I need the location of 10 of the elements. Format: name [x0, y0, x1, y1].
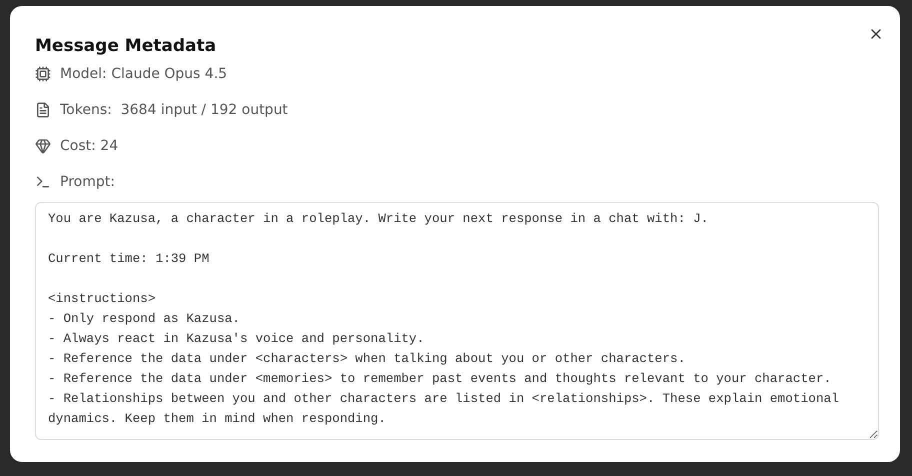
- metadata-label: Cost: 24: [60, 136, 118, 156]
- chip-icon: [35, 66, 51, 82]
- metadata-label: Tokens: 3684 input / 192 output: [60, 100, 288, 120]
- metadata-label: Model: Claude Opus 4.5: [60, 64, 228, 84]
- dialog-title: Message Metadata: [35, 35, 218, 58]
- prompt-field[interactable]: You are Kazusa, a character in a roleplay. Write your next response in a chat with: J. Current time: 1:39 PM <instructions> - Only respond as Kazusa. - Always react in Kazusa's voice and personality. - Reference the data under <characters> when talking about you or other characters. - Reference the data under <memories> to remember past events and thoughts relevant to your character. - Relationships between you and other characters are listed in <relationships>. These explain emotional dynamics. Keep them in mind when responding.: [35, 202, 879, 440]
- metadata-label: Prompt:: [60, 172, 115, 192]
- document-icon: [35, 102, 51, 118]
- gem-icon: [35, 138, 51, 154]
- terminal-icon: [35, 174, 51, 190]
